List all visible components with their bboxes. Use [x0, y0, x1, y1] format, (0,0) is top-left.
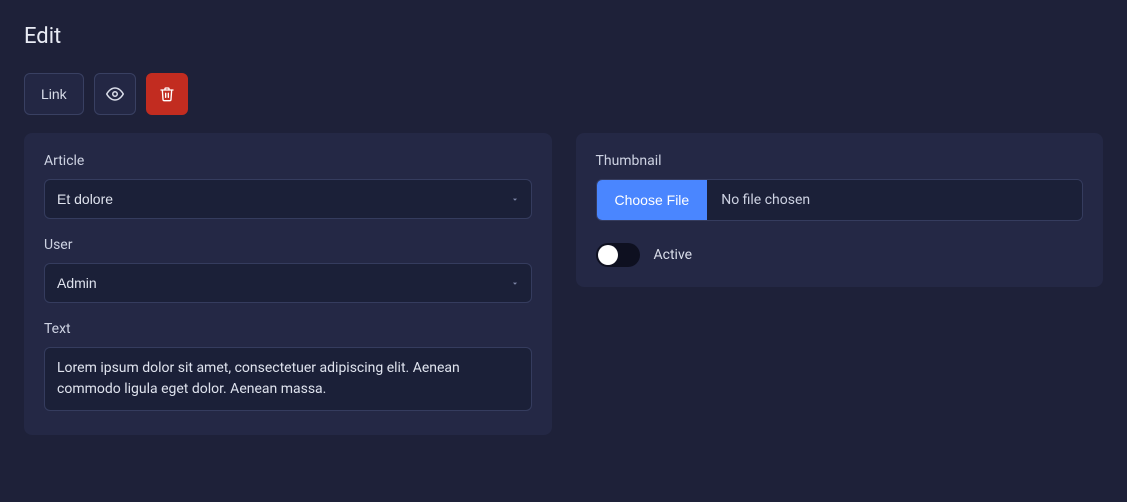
form-columns: Article Et dolore User Admin [24, 133, 1103, 435]
article-select[interactable]: Et dolore [44, 179, 532, 219]
text-field[interactable]: Lorem ipsum dolor sit amet, consectetuer… [44, 347, 532, 411]
thumbnail-group: Thumbnail Choose File No file chosen [596, 153, 1084, 221]
article-group: Article Et dolore [44, 153, 532, 219]
thumbnail-label: Thumbnail [596, 153, 1084, 169]
trash-icon [159, 86, 175, 102]
link-button[interactable]: Link [24, 73, 84, 115]
user-select[interactable]: Admin [44, 263, 532, 303]
active-row: Active [596, 243, 1084, 267]
article-select-wrap: Et dolore [44, 179, 532, 219]
active-label: Active [654, 247, 693, 263]
text-label: Text [44, 321, 532, 337]
eye-icon [106, 85, 124, 103]
page-title: Edit [24, 24, 1103, 49]
toggle-knob [598, 245, 618, 265]
text-group: Text Lorem ipsum dolor sit amet, consect… [44, 321, 532, 415]
article-label: Article [44, 153, 532, 169]
right-card: Thumbnail Choose File No file chosen Act… [576, 133, 1104, 287]
file-row: Choose File No file chosen [596, 179, 1084, 221]
delete-button[interactable] [146, 73, 188, 115]
user-group: User Admin [44, 237, 532, 303]
active-toggle[interactable] [596, 243, 640, 267]
file-status: No file chosen [707, 180, 1082, 220]
user-label: User [44, 237, 532, 253]
user-select-wrap: Admin [44, 263, 532, 303]
choose-file-button[interactable]: Choose File [597, 180, 708, 220]
toolbar: Link [24, 73, 1103, 115]
preview-button[interactable] [94, 73, 136, 115]
left-card: Article Et dolore User Admin [24, 133, 552, 435]
